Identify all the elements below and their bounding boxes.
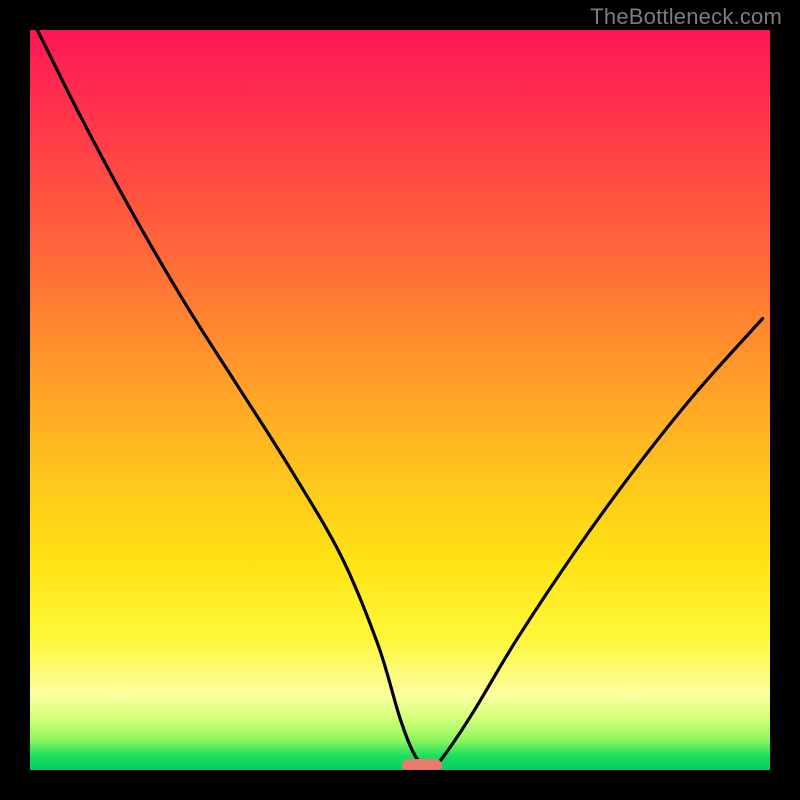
bottleneck-curve <box>30 30 770 770</box>
plot-area <box>30 30 770 770</box>
optimum-marker <box>402 759 442 770</box>
chart-frame: TheBottleneck.com <box>0 0 800 800</box>
curve-path <box>37 30 762 770</box>
watermark-text: TheBottleneck.com <box>590 4 782 30</box>
